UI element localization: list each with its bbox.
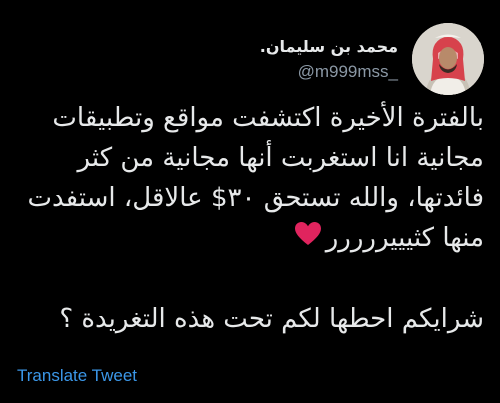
tweet-line: منها كثيييررررر: [325, 223, 484, 253]
tweet-text: بالفترة الأخيرة اكتشفت مواقع وتطبيقات مج…: [12, 98, 484, 339]
tweet-line: فائدتها، والله تستحق ٣٠$ عالاقل، استفدت: [27, 183, 484, 213]
heart-icon: [294, 219, 322, 259]
avatar[interactable]: [412, 23, 484, 95]
profile-photo: [412, 23, 484, 95]
tweet-question: شرايكم احطها لكم تحت هذه التغريدة ؟: [59, 303, 484, 334]
username-handle[interactable]: @m999mss_: [298, 62, 398, 82]
user-meta: محمد بن سليمان. @m999mss_: [260, 37, 398, 82]
tweet-line: مجانية انا استغربت أنها مجانية من كثر: [77, 143, 484, 173]
display-name[interactable]: محمد بن سليمان.: [260, 37, 398, 56]
translate-tweet-link[interactable]: Translate Tweet: [17, 366, 137, 386]
tweet-header: محمد بن سليمان. @m999mss_: [260, 22, 484, 96]
tweet-line-with-heart: منها كثيييررررر: [12, 218, 484, 259]
tweet-line: بالفترة الأخيرة اكتشفت مواقع وتطبيقات: [52, 103, 484, 133]
tweet: محمد بن سليمان. @m999mss_ بالفترة الأخير…: [0, 0, 500, 403]
